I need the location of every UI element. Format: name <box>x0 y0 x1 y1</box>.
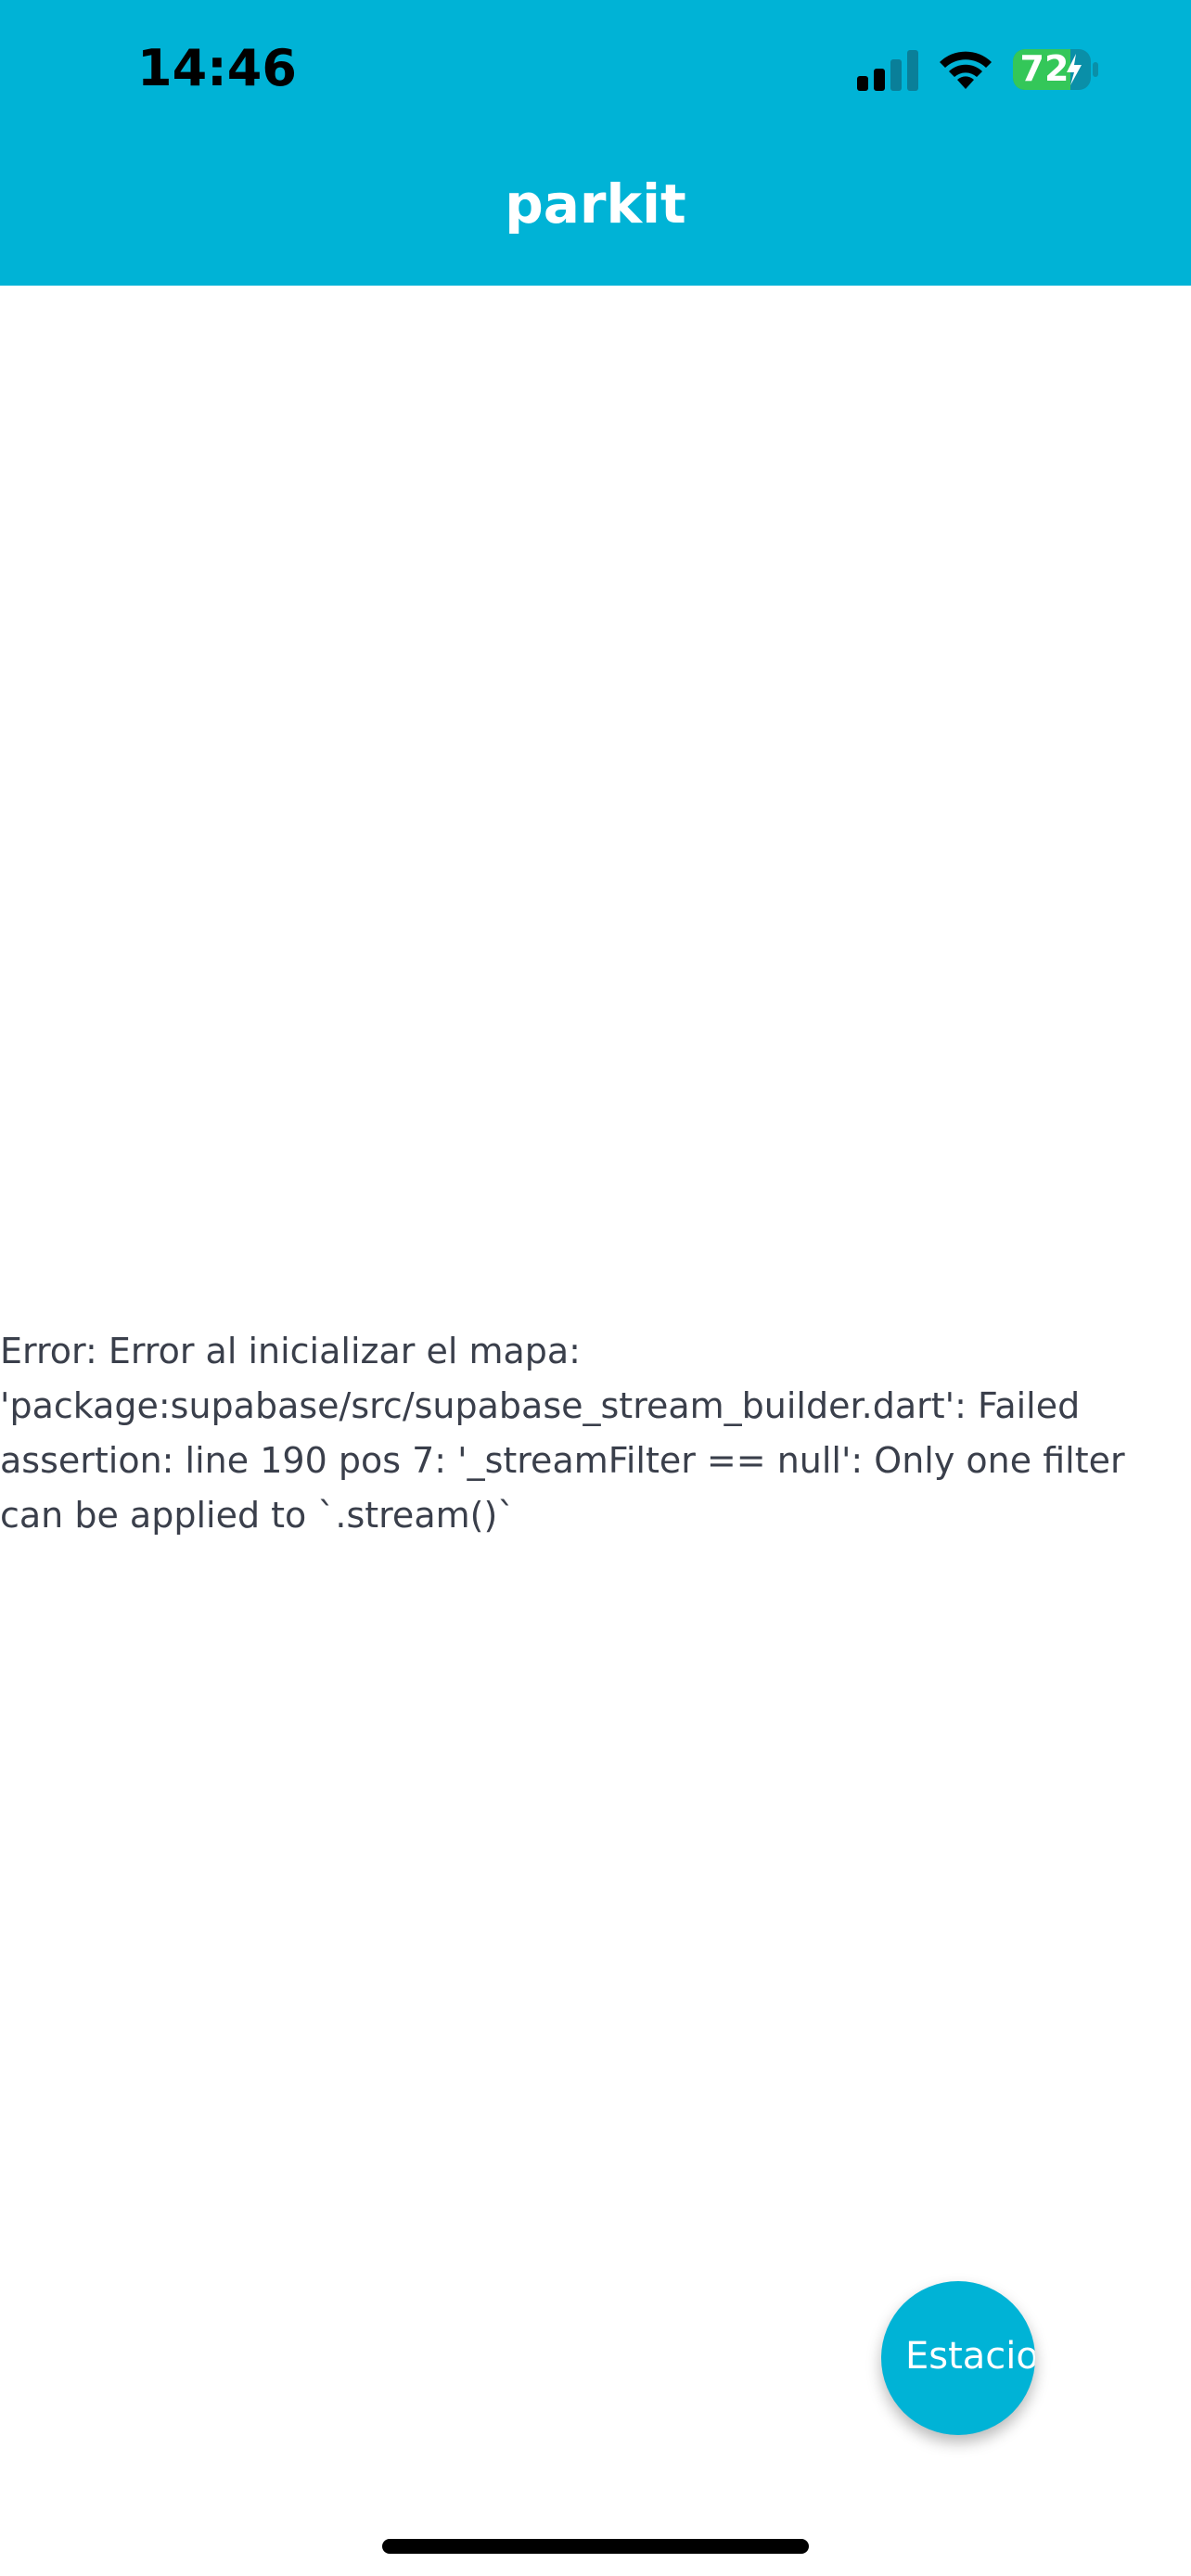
app-header: 14:46 72 parkit <box>0 0 1191 286</box>
fab-label: Estacio <box>905 2335 1035 2378</box>
error-message: Error: Error al inicializar el mapa: 'pa… <box>0 1331 1125 1536</box>
wifi-icon <box>940 51 992 89</box>
app-title: parkit <box>505 172 686 236</box>
estaciones-fab-button[interactable]: Estacio <box>881 2281 1035 2435</box>
cellular-signal-icon <box>857 50 918 91</box>
status-bar: 14:46 72 <box>0 0 1191 139</box>
screen: 14:46 72 parkit Error: Error al iniciali… <box>0 0 1191 2576</box>
home-indicator[interactable] <box>382 2539 809 2554</box>
status-time: 14:46 <box>137 39 297 97</box>
battery-level: 72 <box>1019 48 1069 89</box>
